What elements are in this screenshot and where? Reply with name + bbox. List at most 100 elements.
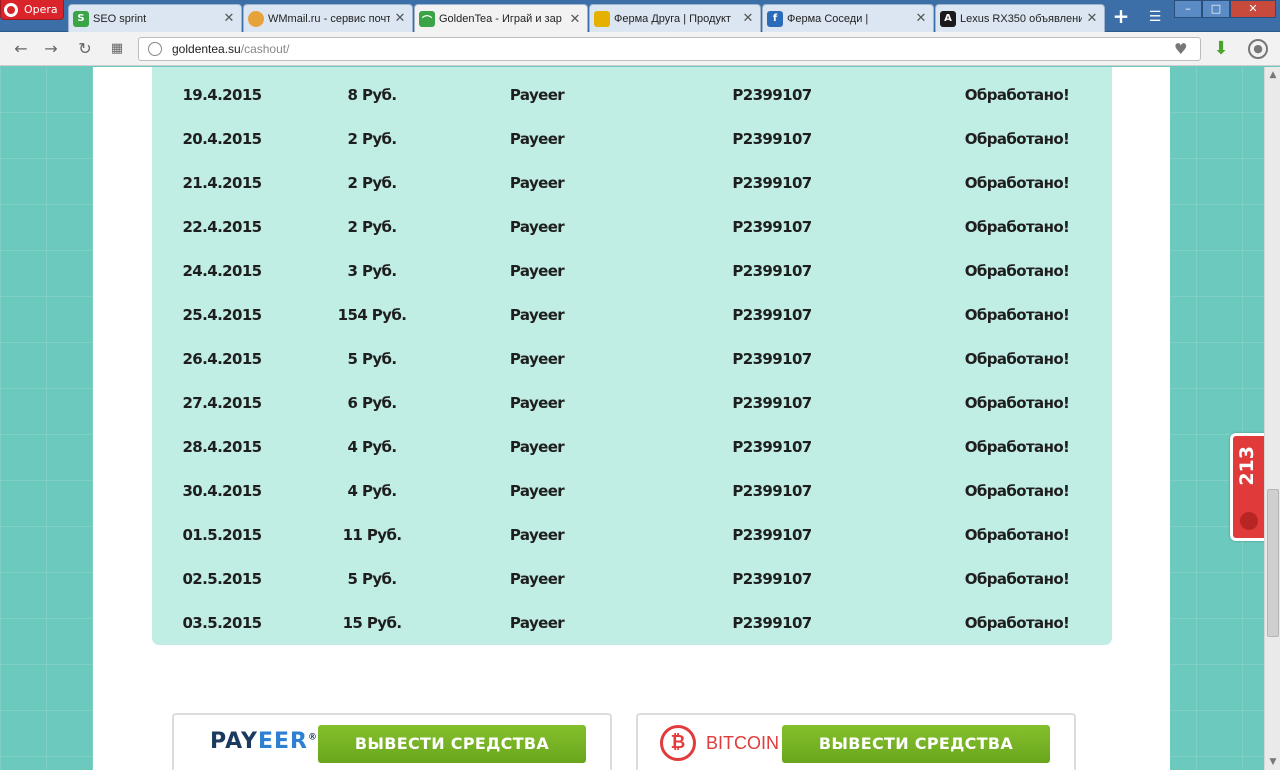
payout-date: 30.4.2015 xyxy=(182,482,262,500)
table-row: 24.4.2015 3 Руб. Payeer P2399107 Обработано! xyxy=(152,249,1112,293)
payout-system: Payeer xyxy=(509,614,565,632)
close-tab-icon[interactable]: ✕ xyxy=(569,12,581,27)
payout-date: 21.4.2015 xyxy=(182,174,262,192)
scroll-up-icon[interactable]: ▲ xyxy=(1265,67,1280,83)
payout-system: Payeer xyxy=(509,570,565,588)
payout-amount: 6 Руб. xyxy=(347,394,397,412)
close-tab-icon[interactable]: ✕ xyxy=(394,11,406,26)
tab-title: WMmail.ru - сервис почт xyxy=(268,12,390,25)
payout-wallet: P2399107 xyxy=(732,86,812,104)
bitcoin-label: BITCOIN xyxy=(706,732,780,753)
close-tab-icon[interactable]: ✕ xyxy=(1086,11,1098,26)
payout-date: 22.4.2015 xyxy=(182,218,262,236)
payout-status: Обработано! xyxy=(964,526,1070,544)
payout-system: Payeer xyxy=(509,394,565,412)
payout-status: Обработано! xyxy=(964,86,1070,104)
close-tab-icon[interactable]: ✕ xyxy=(915,11,927,26)
payout-system: Payeer xyxy=(509,130,565,148)
tab-lexus[interactable]: A Lexus RX350 объявлени ✕ xyxy=(935,4,1105,32)
payout-date: 19.4.2015 xyxy=(182,86,262,104)
payout-wallet: P2399107 xyxy=(732,350,812,368)
payout-date: 25.4.2015 xyxy=(182,306,262,324)
tab-wmmail[interactable]: WMmail.ru - сервис почт ✕ xyxy=(243,4,413,32)
tab-title: Ферма Друга | Продукт xyxy=(614,12,731,25)
payout-system: Payeer xyxy=(509,174,565,192)
payout-status: Обработано! xyxy=(964,306,1070,324)
url-host: goldentea.su xyxy=(172,42,241,56)
tab-goldentea[interactable]: ⌒ GoldenTea - Играй и зар ✕ xyxy=(414,4,588,33)
payout-system: Payeer xyxy=(509,438,565,456)
tab-menu-icon[interactable]: ☰ xyxy=(1144,6,1166,28)
scrollbar-thumb[interactable] xyxy=(1267,489,1279,637)
close-tab-icon[interactable]: ✕ xyxy=(742,11,754,26)
table-row: 19.4.2015 8 Руб. Payeer P2399107 Обработано! xyxy=(152,73,1112,117)
payout-wallet: P2399107 xyxy=(732,130,812,148)
payout-amount: 15 Руб. xyxy=(342,614,402,632)
payout-amount: 2 Руб. xyxy=(347,174,397,192)
payout-amount: 11 Руб. xyxy=(342,526,402,544)
table-row: 25.4.2015 154 Руб. Payeer P2399107 Обработан… xyxy=(152,293,1112,337)
side-notification-badge[interactable]: 213 xyxy=(1230,433,1264,541)
table-row: 01.5.2015 11 Руб. Payeer P2399107 Обработано… xyxy=(152,513,1112,557)
tab-title: SEO sprint xyxy=(93,12,147,25)
close-window-icon[interactable]: ✕ xyxy=(1230,0,1276,18)
table-row: 02.5.2015 5 Руб. Payeer P2399107 Обработано! xyxy=(152,557,1112,601)
table-row: 22.4.2015 2 Руб. Payeer P2399107 Обработано! xyxy=(152,205,1112,249)
tab-title: Ферма Соседи | xyxy=(787,12,869,25)
table-row: 26.4.2015 5 Руб. Payeer P2399107 Обработано! xyxy=(152,337,1112,381)
payout-system: Payeer xyxy=(509,350,565,368)
content-sheet: 19.4.2015 8 Руб. Payeer P2399107 Обработано!… xyxy=(93,67,1170,770)
seosprint-favicon-icon: S xyxy=(73,10,89,27)
payout-system: Payeer xyxy=(509,86,565,104)
payout-amount: 4 Руб. xyxy=(347,482,397,500)
payeer-withdraw-button[interactable]: ВЫВЕСТИ СРЕДСТВА xyxy=(318,725,586,763)
speed-dial-grid-icon[interactable]: ▦ xyxy=(106,38,128,60)
heart-bookmark-icon[interactable]: ♥ xyxy=(1174,42,1187,57)
close-tab-icon[interactable]: ✕ xyxy=(223,11,235,26)
account-icon[interactable]: ● xyxy=(1248,39,1268,59)
reload-icon[interactable]: ↻ xyxy=(74,38,96,60)
payout-wallet: P2399107 xyxy=(732,394,812,412)
back-arrow-icon[interactable]: ← xyxy=(10,38,32,60)
payout-status: Обработано! xyxy=(964,350,1070,368)
payout-amount: 2 Руб. xyxy=(347,130,397,148)
payout-wallet: P2399107 xyxy=(732,526,812,544)
payout-date: 24.4.2015 xyxy=(182,262,262,280)
payout-system: Payeer xyxy=(509,526,565,544)
payout-amount: 3 Руб. xyxy=(347,262,397,280)
payout-history-table: 19.4.2015 8 Руб. Payeer P2399107 Обработано!… xyxy=(152,67,1112,645)
tab-ferma-sosedi[interactable]: f Ферма Соседи | ✕ xyxy=(762,4,934,32)
opera-menu-label: Opera xyxy=(24,3,58,16)
payout-date: 02.5.2015 xyxy=(182,570,262,588)
minimize-icon[interactable]: – xyxy=(1174,0,1202,18)
tab-ferma-druga[interactable]: Ферма Друга | Продукт ✕ xyxy=(589,4,761,32)
payout-date: 03.5.2015 xyxy=(182,614,262,632)
tab-title: GoldenTea - Играй и зар xyxy=(439,13,562,25)
payout-date: 28.4.2015 xyxy=(182,438,262,456)
payout-status: Обработано! xyxy=(964,394,1070,412)
payout-status: Обработано! xyxy=(964,218,1070,236)
payout-wallet: P2399107 xyxy=(732,570,812,588)
tab-seo-sprint[interactable]: S SEO sprint ✕ xyxy=(68,4,242,32)
maximize-icon[interactable]: □ xyxy=(1202,0,1230,18)
opera-menu-button[interactable]: Opera xyxy=(0,0,64,20)
payout-wallet: P2399107 xyxy=(732,306,812,324)
browser-tab-bar: Opera S SEO sprint ✕ WMmail.ru - сервис … xyxy=(0,0,1280,33)
forward-arrow-icon[interactable]: → xyxy=(40,38,62,60)
bitcoin-withdraw-button[interactable]: ВЫВЕСТИ СРЕДСТВА xyxy=(782,725,1050,763)
payout-date: 27.4.2015 xyxy=(182,394,262,412)
bitcoin-logo: ₿ BITCOIN xyxy=(660,725,779,761)
scroll-down-icon[interactable]: ▼ xyxy=(1265,754,1280,770)
vertical-scrollbar[interactable]: ▲ ▼ xyxy=(1264,67,1280,770)
address-toolbar: ← → ↻ ▦ goldentea.su/cashout/ ♥ ⬇ ● xyxy=(0,32,1280,66)
site-info-icon[interactable] xyxy=(148,42,162,56)
payout-system: Payeer xyxy=(509,306,565,324)
payout-status: Обработано! xyxy=(964,130,1070,148)
new-tab-icon[interactable]: + xyxy=(1110,6,1132,28)
payout-system: Payeer xyxy=(509,218,565,236)
url-field[interactable]: goldentea.su/cashout/ xyxy=(138,37,1201,61)
payout-date: 26.4.2015 xyxy=(182,350,262,368)
bitcoin-withdraw-box: ₿ BITCOIN ВЫВЕСТИ СРЕДСТВА xyxy=(636,713,1076,770)
download-icon[interactable]: ⬇ xyxy=(1210,38,1232,60)
payout-amount: 154 Руб. xyxy=(337,306,407,324)
